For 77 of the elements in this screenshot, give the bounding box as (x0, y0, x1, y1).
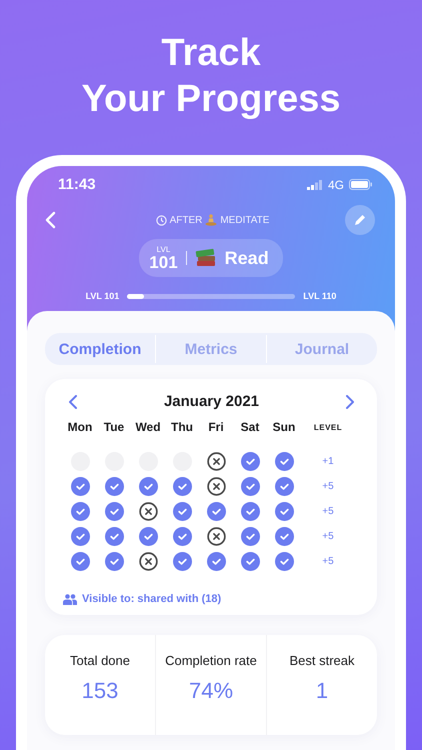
stat-label: Total done (70, 653, 130, 668)
headline: Your Progress (81, 77, 341, 122)
books-icon (194, 248, 217, 268)
check-circle-icon[interactable] (70, 502, 90, 521)
check-circle-icon[interactable] (172, 552, 192, 571)
level-gain: +5 (322, 481, 334, 492)
headline: Track (161, 31, 261, 76)
check-circle-icon[interactable] (104, 477, 124, 496)
weekday-label: Fri (208, 420, 224, 434)
x-circle-icon[interactable] (206, 452, 226, 471)
check-circle-icon[interactable] (104, 552, 124, 571)
check-circle-icon[interactable] (70, 552, 90, 571)
pencil-icon (352, 213, 367, 227)
stat-value: 153 (82, 678, 118, 704)
check-circle-icon[interactable] (274, 477, 294, 496)
check-circle-icon[interactable] (240, 527, 260, 546)
habit-name: Read (224, 248, 269, 268)
weekday-label: Sun (272, 420, 296, 434)
stat-label: Completion rate (165, 653, 257, 668)
tab[interactable]: Journal (267, 333, 377, 365)
check-circle-icon[interactable] (172, 502, 192, 521)
check-circle-icon[interactable] (104, 502, 124, 521)
edit-button[interactable] (344, 205, 375, 235)
stat-value: 1 (316, 678, 328, 704)
stat-value: 74% (188, 678, 234, 704)
check-circle-icon[interactable] (70, 527, 90, 546)
status-time: 11:43 (58, 176, 96, 193)
network-type: 4G (328, 178, 344, 192)
tab[interactable]: Metrics (156, 333, 266, 365)
people-icon (63, 594, 77, 604)
weekday-label: Sat (240, 420, 260, 434)
visibility-text[interactable]: Visible to: shared with (18) (82, 593, 222, 605)
check-circle-icon[interactable] (138, 527, 158, 546)
check-circle-icon[interactable] (172, 527, 192, 546)
weekday-label: Mon (68, 420, 92, 434)
check-circle-icon[interactable] (274, 527, 294, 546)
check-circle-icon[interactable] (240, 552, 260, 571)
check-circle-icon[interactable] (172, 477, 192, 496)
level-gain: +5 (322, 506, 334, 517)
level-gain: +1 (322, 456, 334, 467)
x-circle-icon[interactable] (138, 502, 158, 521)
check-circle-icon[interactable] (206, 502, 226, 521)
level-gain: +5 (322, 556, 334, 567)
level-number: 101 (149, 254, 178, 270)
month-title: January 2021 (164, 393, 260, 410)
stat-label: Best streak (289, 653, 355, 668)
clock-icon (156, 214, 167, 226)
x-circle-icon[interactable] (206, 527, 226, 546)
meditating-figure-icon (205, 214, 218, 226)
check-circle-icon[interactable] (240, 477, 260, 496)
next-month-icon[interactable] (344, 394, 355, 408)
level-label: LVL (156, 246, 170, 254)
level-gain: +5 (322, 531, 334, 542)
check-circle-icon[interactable] (104, 527, 124, 546)
x-circle-icon[interactable] (206, 477, 226, 496)
weekday-label: Wed (135, 420, 161, 434)
progress-start-label: LVL 101 (86, 291, 120, 301)
check-circle-icon[interactable] (274, 452, 294, 471)
level-heading: LEVEL (314, 422, 342, 432)
x-circle-icon[interactable] (138, 552, 158, 571)
weekday-label: Tue (104, 420, 124, 434)
previous-month-icon[interactable] (68, 394, 78, 408)
check-circle-icon[interactable] (274, 552, 294, 571)
check-circle-icon[interactable] (240, 452, 260, 471)
check-circle-icon[interactable] (206, 552, 226, 571)
check-circle-icon[interactable] (274, 502, 294, 521)
tab[interactable]: Completion (45, 333, 155, 365)
check-circle-icon[interactable] (240, 502, 260, 521)
check-circle-icon[interactable] (70, 477, 90, 496)
signal-icon (306, 180, 323, 190)
weekday-label: Thu (171, 420, 193, 434)
check-circle-icon[interactable] (138, 477, 158, 496)
trigger-prefix: AFTER (170, 214, 202, 226)
trigger-habit: MEDITATE (220, 214, 270, 226)
progress-end-label: LVL 110 (303, 291, 336, 301)
battery-icon (349, 179, 373, 190)
back-icon[interactable] (44, 211, 56, 229)
